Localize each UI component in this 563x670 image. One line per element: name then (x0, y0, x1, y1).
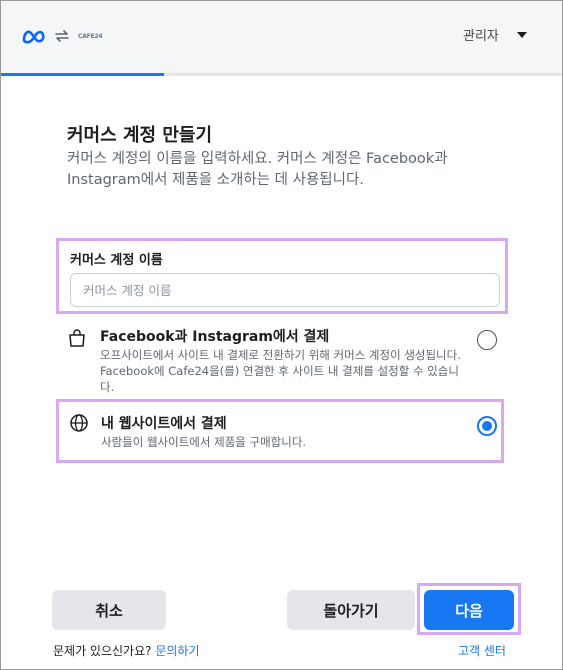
chevron-down-icon[interactable] (517, 32, 527, 38)
contact-link[interactable]: 문의하기 (155, 644, 199, 658)
account-name-input[interactable] (70, 273, 500, 307)
cafe24-logo: CAFE24 (78, 33, 103, 40)
account-name-section: 커머스 계정 이름 (56, 238, 508, 314)
page-description: 커머스 계정의 이름을 입력하세요. 커머스 계정은 Facebook과 Ins… (67, 151, 448, 188)
option-title: Facebook과 Instagram에서 결제 (100, 329, 330, 345)
sync-arrows-icon (55, 30, 69, 42)
globe-icon (70, 414, 88, 432)
cancel-button[interactable]: 취소 (52, 590, 166, 630)
option-checkout-facebook-instagram[interactable]: Facebook과 Instagram에서 결제 오프사이트에서 사이트 내 결… (67, 326, 507, 394)
progress-fill (1, 73, 164, 76)
admin-account-label[interactable]: 관리자 (463, 25, 499, 44)
account-name-label: 커머스 계정 이름 (70, 253, 163, 268)
option-radio-facebook-instagram[interactable] (477, 330, 497, 350)
page-title: 커머스 계정 만들기 (67, 125, 213, 146)
option-checkout-website[interactable]: 내 웹사이트에서 결제 사람들이 웹사이트에서 제품을 구매합니다. (56, 399, 504, 463)
help-question: 문제가 있으신가요? (53, 644, 152, 658)
option-radio-website[interactable] (477, 416, 497, 436)
help-center-link[interactable]: 고객 센터 (458, 642, 506, 659)
back-button[interactable]: 돌아가기 (287, 590, 415, 630)
option-description: 사람들이 웹사이트에서 제품을 구매합니다. (101, 435, 307, 449)
footer-help-text: 문제가 있으신가요? 문의하기 (53, 642, 200, 659)
header-bar: CAFE24 관리자 (1, 1, 562, 76)
option-title: 내 웹사이트에서 결제 (101, 416, 227, 432)
dialog-window: CAFE24 관리자 커머스 계정 만들기 커머스 계정의 이름을 입력하세요.… (0, 0, 563, 670)
next-button-highlight: 다음 (417, 583, 521, 635)
meta-logo-icon (22, 30, 45, 44)
next-button[interactable]: 다음 (424, 590, 514, 630)
option-description: 오프사이트에서 사이트 내 결제로 전환하기 위해 커머스 계정이 생성됩니다.… (100, 348, 461, 394)
shopping-bag-icon (69, 329, 85, 347)
progress-bar (1, 73, 562, 76)
